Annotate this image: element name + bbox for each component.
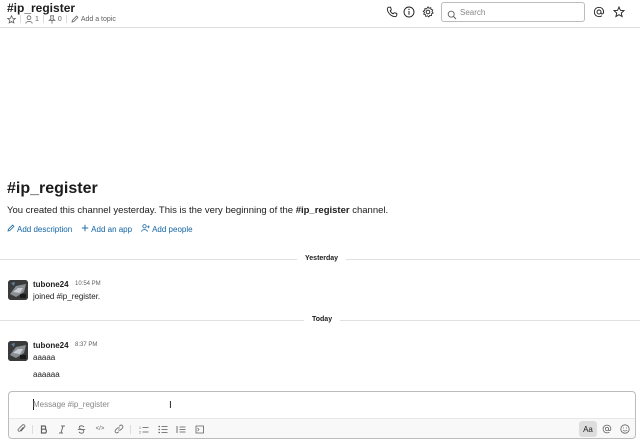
italic-icon[interactable] <box>55 422 69 436</box>
mention-icon[interactable] <box>600 422 614 436</box>
emoji-icon[interactable] <box>618 422 632 436</box>
search-input[interactable]: Search <box>441 2 585 22</box>
pencil-icon <box>71 15 79 23</box>
add-description-link[interactable]: Add description <box>7 224 72 234</box>
message-author[interactable]: tubone24 <box>33 341 69 350</box>
add-app-label: Add an app <box>91 224 133 234</box>
channel-title[interactable]: #ip_register <box>7 1 75 15</box>
svg-text:2: 2 <box>139 430 141 434</box>
code-icon[interactable]: </> <box>93 422 107 436</box>
message-author[interactable]: tubone24 <box>33 280 69 289</box>
add-topic-link[interactable]: Add a topic <box>81 16 116 23</box>
bulleted-list-icon[interactable] <box>156 422 170 436</box>
intro-links: Add description Add an app Add people <box>7 224 202 234</box>
meta-separator <box>65 15 67 23</box>
code-block-icon[interactable] <box>193 422 207 436</box>
blockquote-icon[interactable] <box>174 422 188 436</box>
mentions-icon[interactable] <box>592 5 606 19</box>
pinned-count[interactable]: 0 <box>58 16 62 23</box>
day-label-today[interactable]: Today <box>304 316 341 323</box>
meta-separator <box>42 15 44 23</box>
avatar[interactable] <box>8 341 28 361</box>
pencil-icon <box>7 224 15 234</box>
formatting-toolbar: </> 12 Aa <box>9 418 635 438</box>
svg-text:1: 1 <box>139 426 141 430</box>
ibeam-cursor-icon: I <box>169 400 172 411</box>
info-icon[interactable] <box>402 5 416 19</box>
phone-icon[interactable] <box>385 5 399 19</box>
message-timestamp[interactable]: 10:54 PM <box>75 281 101 287</box>
channel-header: #ip_register 1 0 Add a topic Search <box>0 0 640 28</box>
message-text: aaaaaa <box>33 370 60 379</box>
message-composer[interactable]: Message #ip_register I </> 12 Aa <box>8 391 636 439</box>
search-icon <box>447 7 457 25</box>
message-timestamp[interactable]: 8:37 PM <box>75 342 97 348</box>
channel-meta: 1 0 Add a topic <box>7 14 116 24</box>
star-icon[interactable] <box>612 5 626 19</box>
intro-title: #ip_register <box>7 180 98 197</box>
message-input[interactable]: Message #ip_register <box>33 400 109 409</box>
intro-desc-suffix: channel. <box>349 205 389 216</box>
pin-icon[interactable] <box>48 14 56 24</box>
gear-icon[interactable] <box>421 5 435 19</box>
toolbar-separator <box>32 425 33 434</box>
add-people-label: Add people <box>152 224 193 234</box>
intro-desc-channel[interactable]: #ip_register <box>296 205 350 216</box>
formatting-toggle-button[interactable]: Aa <box>579 421 597 437</box>
attachment-icon[interactable] <box>14 422 28 436</box>
message-text: aaaaa <box>33 353 56 362</box>
day-label-yesterday[interactable]: Yesterday <box>297 255 347 262</box>
add-app-link[interactable]: Add an app <box>81 224 132 234</box>
numbered-list-icon[interactable]: 12 <box>137 422 151 436</box>
star-icon[interactable] <box>7 14 16 24</box>
avatar[interactable] <box>8 280 28 300</box>
search-placeholder: Search <box>460 8 486 17</box>
message-text: joined #ip_register. <box>33 292 101 301</box>
strikethrough-icon[interactable] <box>74 422 88 436</box>
member-count[interactable]: 1 <box>35 16 39 23</box>
meta-separator <box>20 15 21 23</box>
bold-icon[interactable] <box>37 422 51 436</box>
add-people-link[interactable]: Add people <box>141 224 193 234</box>
plus-icon <box>81 224 89 234</box>
link-icon[interactable] <box>112 422 126 436</box>
intro-description: You created this channel yesterday. This… <box>7 205 388 216</box>
intro-desc-prefix: You created this channel yesterday. This… <box>7 205 296 216</box>
member-icon[interactable] <box>25 14 33 24</box>
add-description-label: Add description <box>17 224 73 234</box>
add-user-icon <box>141 224 150 234</box>
toolbar-separator <box>130 425 131 434</box>
